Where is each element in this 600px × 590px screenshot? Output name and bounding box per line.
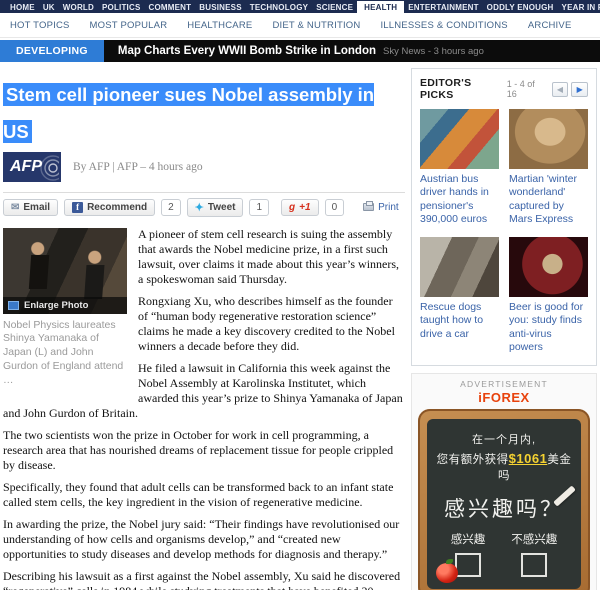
tweet-label: Tweet <box>208 202 236 213</box>
subnav-diet-nutrition[interactable]: DIET & NUTRITION <box>272 20 360 31</box>
twitter-icon: ✦ <box>195 201 204 214</box>
article-column: Stem cell pioneer sues Nobel assembly in… <box>3 68 405 590</box>
nav-item-science[interactable]: SCIENCE <box>312 1 357 13</box>
pick-caption: Rescue dogs taught how to drive a car <box>420 301 499 341</box>
nav-item-health-active[interactable]: HEALTH <box>357 1 404 13</box>
article-photo[interactable]: Enlarge Photo <box>3 228 127 314</box>
afp-logo[interactable]: AFP <box>3 152 61 182</box>
editors-pick-item[interactable]: Rescue dogs taught how to drive a car <box>420 237 499 355</box>
pick-caption: Beer is good for you: study finds anti-v… <box>509 301 588 355</box>
divider <box>3 192 405 193</box>
developing-ticker: DEVELOPING Map Charts Every WWII Bomb St… <box>0 40 600 62</box>
tweet-button[interactable]: ✦ Tweet <box>187 198 244 217</box>
nav-item-comment[interactable]: COMMENT <box>145 1 196 13</box>
editors-picks-panel: EDITOR'S PICKS 1 - 4 of 16 ◀ ▶ Austrian … <box>411 68 597 366</box>
subnav-most-popular[interactable]: MOST POPULAR <box>90 20 168 31</box>
recommend-label: Recommend <box>87 202 147 213</box>
email-button[interactable]: ✉ Email <box>3 199 58 216</box>
ad-option-yes-label: 感兴趣 <box>451 534 486 546</box>
dog-driving-thumbnail <box>420 237 499 297</box>
afp-globe-icon <box>33 155 59 181</box>
pick-caption: Martian 'winter wonderland' captured by … <box>509 173 588 227</box>
enlarge-photo-icon <box>8 301 19 310</box>
article-body: Enlarge Photo Nobel Physics laureates Sh… <box>3 227 405 590</box>
iforex-logo[interactable]: iFOREX <box>418 390 590 405</box>
editors-picks-prev-button[interactable]: ◀ <box>552 82 569 97</box>
page-title: Stem cell pioneer sues Nobel assembly in… <box>3 72 405 146</box>
article-paragraph: Specifically, they found that adult cell… <box>3 480 405 510</box>
ad-amount: $1061 <box>509 451 548 466</box>
enlarge-photo-label: Enlarge Photo <box>24 300 88 311</box>
print-label: Print <box>378 202 399 213</box>
beer-thumbnail <box>509 237 588 297</box>
article-paragraph: Describing his lawsuit as a first agains… <box>3 569 405 590</box>
nav-item-oddly-enough[interactable]: ODDLY ENOUGH <box>483 1 558 13</box>
enlarge-photo-button[interactable]: Enlarge Photo <box>3 297 127 314</box>
mars-thumbnail <box>509 109 588 169</box>
nav-item-home[interactable]: HOME <box>6 1 39 13</box>
editors-pick-item[interactable]: Beer is good for you: study finds anti-v… <box>509 237 588 355</box>
gplus-icon: g <box>289 202 295 213</box>
ad-option-no-label: 不感兴趣 <box>511 534 557 546</box>
facebook-recommend-button[interactable]: f Recommend <box>64 199 155 216</box>
subnav-healthcare[interactable]: HEALTHCARE <box>187 20 252 31</box>
google-plus-one-button[interactable]: g +1 <box>281 199 319 216</box>
byline: By AFP | AFP – 4 hours ago <box>73 161 203 173</box>
subnav-illnesses-conditions[interactable]: ILLNESSES & CONDITIONS <box>380 20 507 31</box>
top-navigation: HOME UK WORLD POLITICS COMMENT BUSINESS … <box>0 0 600 13</box>
article-photo-figure: Enlarge Photo Nobel Physics laureates Sh… <box>3 228 127 388</box>
nav-item-politics[interactable]: POLITICS <box>98 1 145 13</box>
article-paragraph: The two scientists won the prize in Octo… <box>3 428 405 473</box>
sidebar: EDITOR'S PICKS 1 - 4 of 16 ◀ ▶ Austrian … <box>411 68 597 590</box>
ad-checkbox-yes[interactable] <box>455 553 481 577</box>
article-paragraph: In awarding the prize, the Nobel jury sa… <box>3 517 405 562</box>
developing-badge: DEVELOPING <box>0 40 104 62</box>
share-toolbar: ✉ Email f Recommend 2 ✦ Tweet 1 g +1 0 <box>3 198 405 217</box>
gplus-count: 0 <box>325 199 345 216</box>
email-icon: ✉ <box>11 202 19 213</box>
editors-pick-item[interactable]: Austrian bus driver hands in pensioner's… <box>420 109 499 227</box>
ad-text-line3: 感兴趣吗？ <box>433 493 575 523</box>
ad-text-line2: 您有额外获得$1061美金吗 <box>433 451 575 483</box>
euros-thumbnail <box>420 109 499 169</box>
sub-navigation: HOT TOPICS MOST POPULAR HEALTHCARE DIET … <box>0 13 600 38</box>
subnav-archive[interactable]: ARCHIVE <box>528 20 572 31</box>
pick-caption: Austrian bus driver hands in pensioner's… <box>420 173 499 227</box>
editors-picks-page-count: 1 - 4 of 16 <box>507 79 547 99</box>
developing-headline-link[interactable]: Map Charts Every WWII Bomb Strike in Lon… <box>118 45 376 57</box>
photo-caption: Nobel Physics laureates Shinya Yamanaka … <box>3 319 127 388</box>
advertisement-label: ADVERTISEMENT <box>418 379 590 389</box>
editors-picks-pagination: 1 - 4 of 16 ◀ ▶ <box>507 79 588 99</box>
developing-source: Sky News - 3 hours ago <box>383 46 484 57</box>
ad-checkbox-no[interactable] <box>521 553 547 577</box>
apple-graphic <box>436 563 458 583</box>
ad-option-not-interested[interactable]: 不感兴趣 <box>511 531 557 579</box>
ad-chalkboard[interactable]: 在一个月内, 您有额外获得$1061美金吗 感兴趣吗？ 感兴趣 不感兴趣 <box>418 409 590 590</box>
print-button[interactable]: Print <box>356 200 406 215</box>
advertisement-section: ADVERTISEMENT iFOREX 在一个月内, 您有额外获得$1061美… <box>411 373 597 590</box>
print-icon <box>363 203 374 211</box>
nav-item-technology[interactable]: TECHNOLOGY <box>246 1 312 13</box>
email-label: Email <box>23 202 50 213</box>
subnav-hot-topics[interactable]: HOT TOPICS <box>10 20 70 31</box>
nav-item-entertainment[interactable]: ENTERTAINMENT <box>404 1 482 13</box>
recommend-count: 2 <box>161 199 181 216</box>
nav-item-world[interactable]: WORLD <box>59 1 98 13</box>
nav-item-year-in-review[interactable]: YEAR IN REVIEW <box>558 1 600 13</box>
tweet-count: 1 <box>249 199 269 216</box>
nav-item-uk[interactable]: UK <box>39 1 59 13</box>
nav-item-business[interactable]: BUSINESS <box>195 1 246 13</box>
gplus-label: +1 <box>299 202 310 213</box>
editors-picks-title: EDITOR'S PICKS <box>420 77 507 101</box>
ad-text-line1: 在一个月内, <box>433 431 575 447</box>
ad-line2-pre: 您有额外获得 <box>437 454 509 466</box>
editors-picks-next-button[interactable]: ▶ <box>571 82 588 97</box>
editors-pick-item[interactable]: Martian 'winter wonderland' captured by … <box>509 109 588 227</box>
facebook-icon: f <box>72 202 83 213</box>
